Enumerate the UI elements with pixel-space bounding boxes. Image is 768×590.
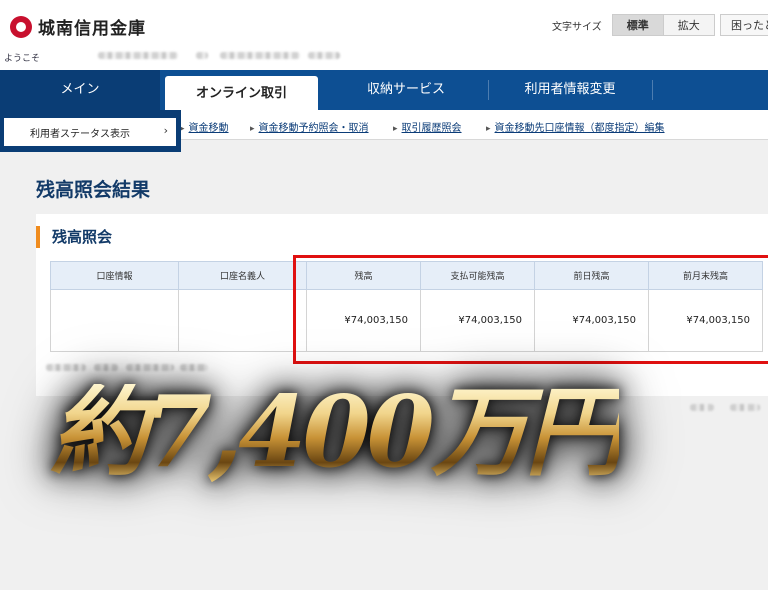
section-title: 残高照会	[36, 226, 112, 248]
col-previous-day-balance: 前日残高	[534, 261, 649, 290]
tab-main[interactable]: メイン	[0, 70, 160, 110]
cell-account-info	[50, 289, 179, 352]
overlay-amount-text: 約7,400万円	[50, 375, 623, 490]
col-account-info: 口座情報	[50, 261, 179, 290]
redacted-user-name	[98, 52, 178, 59]
page-title: 残高照会結果	[36, 179, 151, 201]
redacted-user-name	[220, 52, 300, 59]
redacted-note	[180, 364, 208, 371]
tab-online-transactions[interactable]: オンライン取引	[165, 76, 318, 114]
header: 城南信用金庫 文字サイズ 標準 拡大 困ったと ようこそ	[0, 0, 768, 70]
redacted-note	[46, 364, 86, 371]
redacted-note	[730, 404, 760, 411]
font-size-switcher: 文字サイズ 標準 拡大	[552, 14, 715, 36]
cell-previous-day-balance: ¥74,003,150	[534, 289, 649, 352]
table-row: ¥74,003,150 ¥74,003,150 ¥74,003,150 ¥74,…	[50, 289, 763, 352]
subnav-fund-transfer[interactable]: 資金移動	[180, 119, 229, 134]
cell-account-holder	[178, 289, 307, 352]
col-balance: 残高	[306, 261, 421, 290]
nav-divider	[652, 80, 653, 100]
nav-divider	[488, 80, 489, 100]
dropdown-item-label: 利用者ステータス表示	[30, 129, 130, 140]
logo-mark-icon	[10, 15, 32, 38]
redacted-user-name	[308, 52, 340, 59]
redacted-note	[94, 364, 118, 371]
help-button[interactable]: 困ったと	[720, 14, 768, 36]
cell-previous-month-end-balance: ¥74,003,150	[648, 289, 763, 352]
main-nav: メイン オンライン取引 収納サービス 利用者情報変更	[0, 70, 768, 114]
redacted-user-name	[196, 52, 208, 59]
font-size-large-button[interactable]: 拡大	[663, 14, 715, 36]
redacted-note	[690, 404, 714, 411]
main-dropdown: 利用者ステータス表示 ›	[0, 110, 181, 152]
welcome-text: ようこそ	[4, 54, 41, 64]
subnav-transfer-destination[interactable]: 資金移動先口座情報（都度指定）編集	[486, 119, 665, 134]
subnav-transfer-reservation[interactable]: 資金移動予約照会・取消	[250, 119, 369, 134]
redacted-note	[126, 364, 174, 371]
tab-payment-services[interactable]: 収納サービス	[326, 70, 486, 110]
chevron-right-icon: ›	[163, 124, 168, 137]
font-size-label: 文字サイズ	[552, 21, 602, 33]
cell-balance: ¥74,003,150	[306, 289, 421, 352]
font-size-standard-button[interactable]: 標準	[611, 14, 664, 36]
tab-user-info[interactable]: 利用者情報変更	[490, 70, 650, 110]
bank-name: 城南信用金庫	[38, 19, 146, 39]
col-previous-month-end-balance: 前月末残高	[648, 261, 763, 290]
dropdown-item-user-status[interactable]: 利用者ステータス表示 ›	[4, 118, 176, 146]
bank-logo[interactable]: 城南信用金庫	[10, 14, 146, 39]
col-available-balance: 支払可能残高	[420, 261, 535, 290]
table-header-row: 口座情報 口座名義人 残高 支払可能残高 前日残高 前月末残高	[50, 261, 763, 290]
subnav-transaction-history[interactable]: 取引履歴照会	[393, 119, 462, 134]
cell-available-balance: ¥74,003,150	[420, 289, 535, 352]
balance-table: 口座情報 口座名義人 残高 支払可能残高 前日残高 前月末残高 ¥74,003,…	[50, 261, 763, 352]
col-account-holder: 口座名義人	[178, 261, 307, 290]
